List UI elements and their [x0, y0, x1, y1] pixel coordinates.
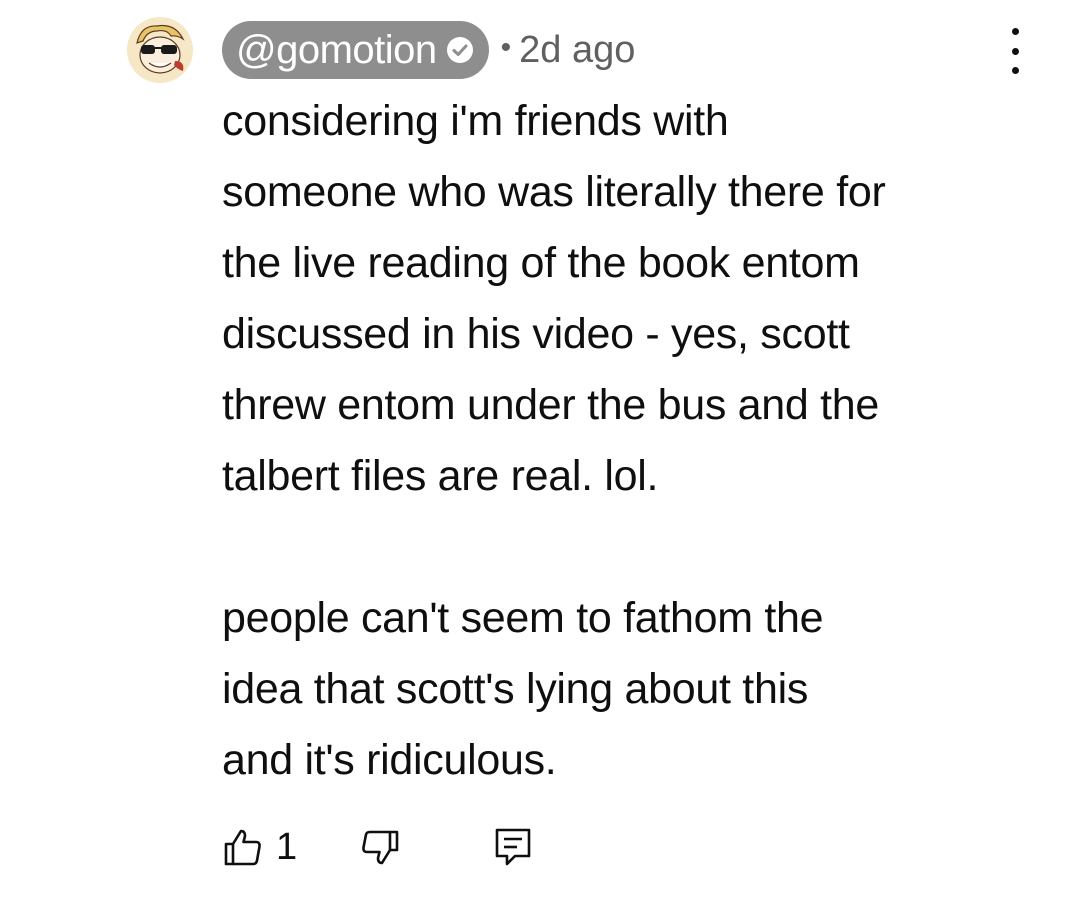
comment-item: @gomotion • 2d ago considering i'm frien…: [0, 0, 1080, 912]
reply-button[interactable]: [493, 826, 533, 868]
verified-check-icon: [445, 35, 475, 65]
comment-actions: 1: [222, 822, 533, 872]
comment-header: @gomotion • 2d ago: [222, 20, 635, 80]
avatar[interactable]: [127, 17, 193, 83]
dislike-button[interactable]: [359, 826, 401, 868]
like-button[interactable]: 1: [222, 826, 297, 869]
author-handle-button[interactable]: @gomotion: [222, 21, 489, 79]
comment-paragraph: considering i'm friends with someone who…: [222, 97, 886, 500]
thumb-up-icon: [222, 826, 264, 868]
reply-comment-icon: [493, 826, 533, 868]
more-vertical-icon[interactable]: [1000, 28, 1030, 74]
like-count: 1: [276, 825, 298, 868]
avatar-image: [127, 17, 193, 83]
thumb-down-icon: [359, 826, 401, 868]
author-handle: @gomotion: [236, 27, 437, 72]
comment-meta: • 2d ago: [501, 29, 636, 72]
comment-text: considering i'm friends with someone who…: [222, 86, 1022, 796]
comment-paragraph: people can't seem to fathom the idea tha…: [222, 594, 824, 784]
meta-separator: •: [500, 31, 512, 64]
comment-timestamp[interactable]: 2d ago: [519, 29, 635, 72]
